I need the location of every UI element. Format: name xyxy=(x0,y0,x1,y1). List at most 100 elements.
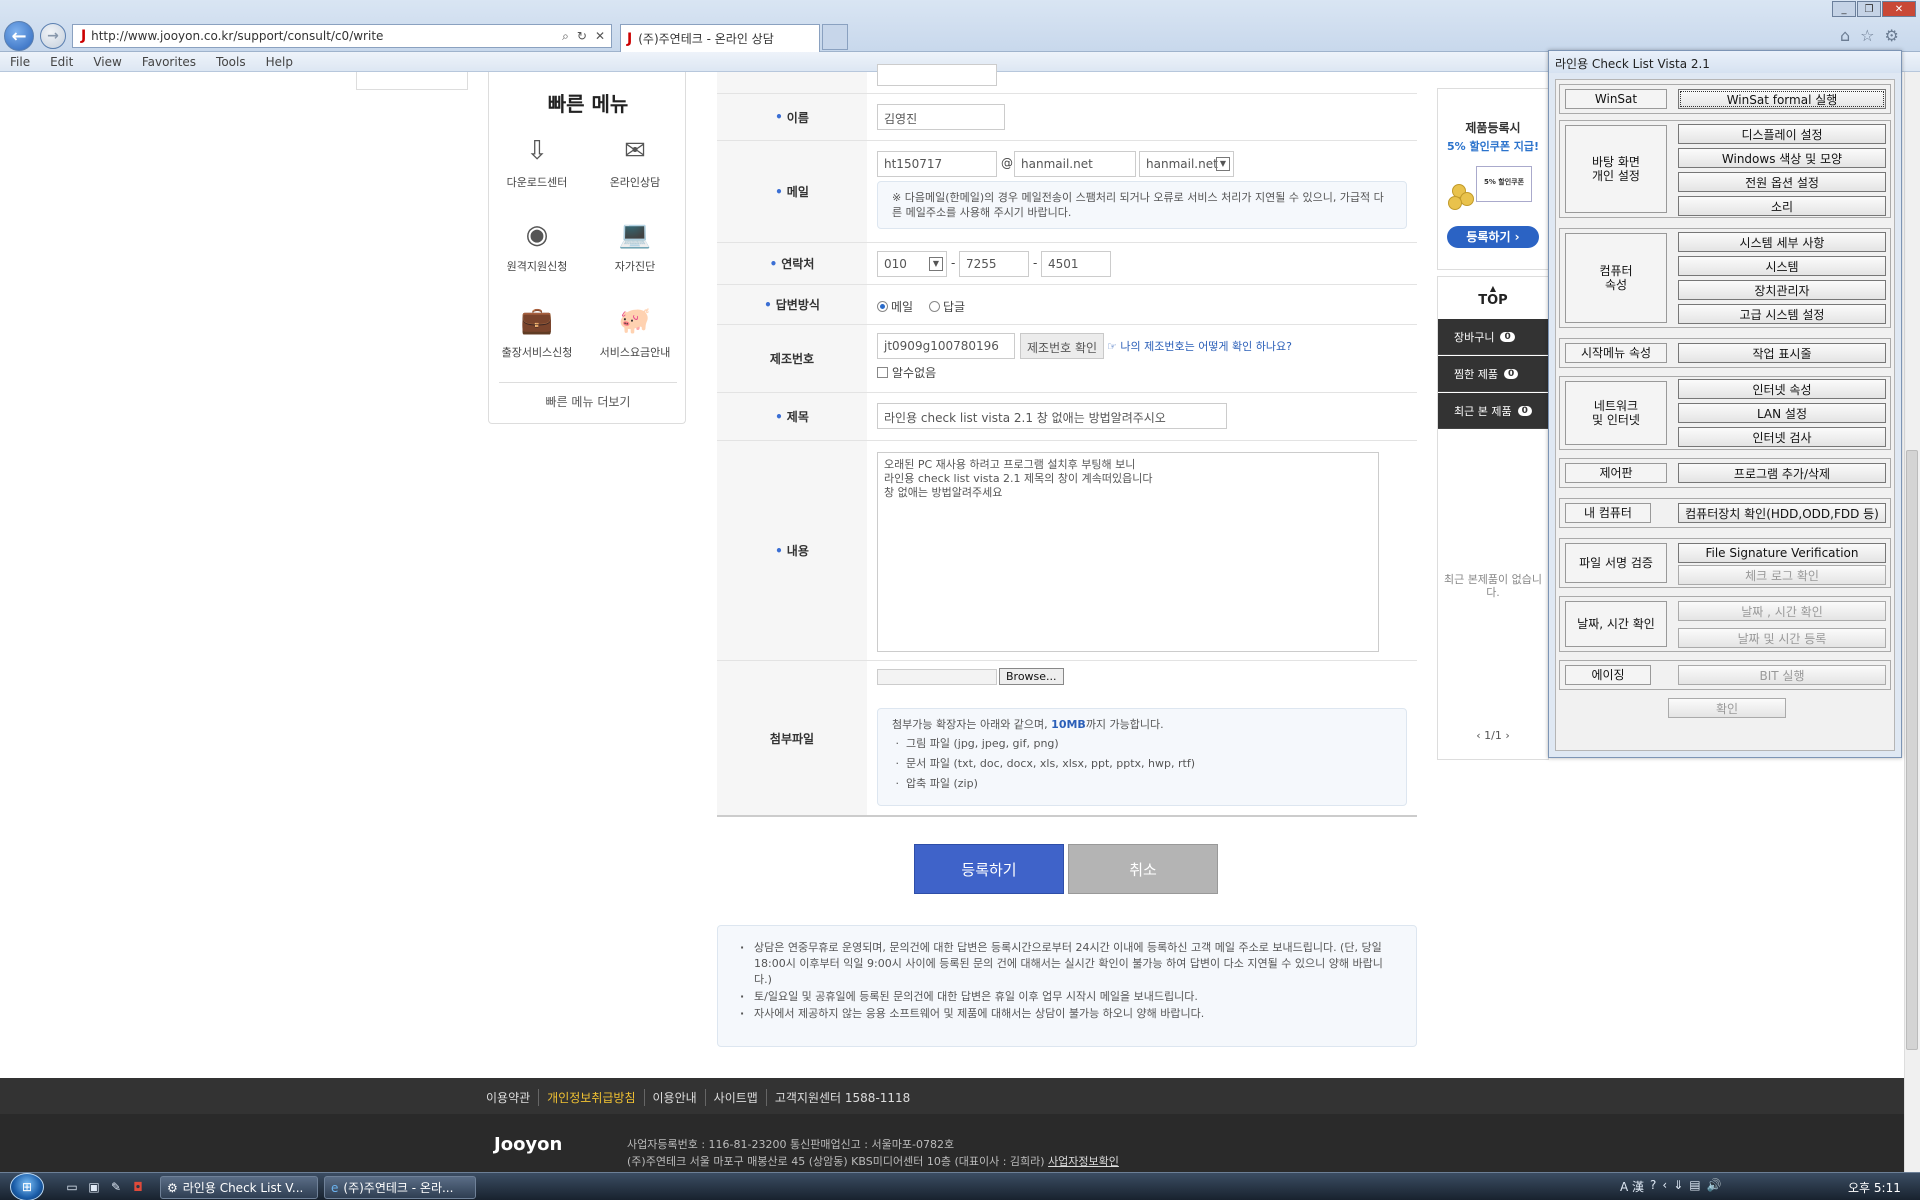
scroll-top-link[interactable]: ▲ TOP xyxy=(1438,285,1548,309)
prev-page-icon[interactable]: ‹ xyxy=(1476,729,1480,742)
taskbar-button[interactable]: 작업 표시줄 xyxy=(1678,343,1886,363)
app-shortcut-icon[interactable]: ◘ xyxy=(130,1179,146,1195)
reply-comment-radio[interactable]: 답글 xyxy=(929,298,965,315)
switch-windows-icon[interactable]: ▣ xyxy=(86,1179,102,1195)
footer-guide-link[interactable]: 이용안내 xyxy=(645,1089,706,1106)
serial-unknown-checkbox[interactable]: 알수없음 xyxy=(877,364,936,381)
date-time-register-button[interactable]: 날짜 및 시간 등록 xyxy=(1678,628,1886,648)
task-checklist[interactable]: ⚙ 라인용 Check List V... xyxy=(160,1176,318,1199)
cancel-button[interactable]: 취소 xyxy=(1068,844,1218,894)
product-register-promo[interactable]: 제품등록시 5% 할인쿠폰 지급! 5% 할인쿠폰 등록하기 › xyxy=(1437,88,1549,270)
network-icon[interactable]: ▤ xyxy=(1689,1178,1700,1195)
tray-arrow-icon[interactable]: ‹ xyxy=(1662,1178,1667,1195)
display-settings-button[interactable]: 디스플레이 설정 xyxy=(1678,124,1886,144)
power-options-button[interactable]: 전원 옵션 설정 xyxy=(1678,172,1886,192)
content-textarea[interactable]: 오래된 PC 재사용 하려고 프로그램 설치후 부팅해 보니 라인용 check… xyxy=(877,452,1379,652)
email-id-input[interactable]: ht150717 xyxy=(877,151,997,177)
windows-color-button[interactable]: Windows 색상 및 모양 xyxy=(1678,148,1886,168)
add-remove-programs-button[interactable]: 프로그램 추가/삭제 xyxy=(1678,463,1886,483)
group-computer-props: 컴퓨터 속성 시스템 세부 사항 시스템 장치관리자 고급 시스템 설정 xyxy=(1559,228,1891,328)
remote-signal-icon: ◉ xyxy=(525,220,549,250)
reply-mail-radio[interactable]: 메일 xyxy=(877,298,913,315)
quick-self-diagnosis[interactable]: 💻 자가진단 xyxy=(587,218,683,274)
language-bar[interactable]: A 漢 xyxy=(1620,1178,1644,1195)
file-path-input[interactable] xyxy=(877,669,997,685)
date-time-check-button[interactable]: 날짜 , 시간 확인 xyxy=(1678,601,1886,621)
menu-view[interactable]: View xyxy=(93,55,121,69)
email-domain-select[interactable]: hanmail.net ▼ xyxy=(1139,151,1234,177)
quick-menu-more-link[interactable]: 빠른 메뉴 더보기 xyxy=(499,382,677,410)
checklist-ok-button[interactable]: 확인 xyxy=(1668,698,1786,718)
new-tab-button[interactable] xyxy=(822,24,848,50)
next-page-icon[interactable]: › xyxy=(1505,729,1509,742)
advanced-system-button[interactable]: 고급 시스템 설정 xyxy=(1678,304,1886,324)
promo-register-button[interactable]: 등록하기 › xyxy=(1447,226,1539,248)
menu-file[interactable]: File xyxy=(10,55,30,69)
submit-button[interactable]: 등록하기 xyxy=(914,844,1064,894)
phone-prefix-select[interactable]: 010 ▼ xyxy=(877,251,947,277)
serial-check-button[interactable]: 제조번호 확인 xyxy=(1020,333,1105,359)
internet-check-button[interactable]: 인터넷 검사 xyxy=(1678,427,1886,447)
menu-edit[interactable]: Edit xyxy=(50,55,73,69)
side-wishlist[interactable]: 찜한 제품 0 xyxy=(1438,356,1548,392)
browser-tab-active[interactable]: J (주)주연테크 - 온라인 상담 xyxy=(620,24,820,52)
forward-arrow-icon[interactable]: → xyxy=(40,23,66,49)
winsat-formal-button[interactable]: WinSat formal 실행 xyxy=(1678,89,1886,109)
quick-download-center[interactable]: ⇩ 다운로드센터 xyxy=(489,134,585,190)
side-cart[interactable]: 장바구니 0 xyxy=(1438,319,1548,355)
taskbar-clock[interactable]: 오후 5:11 xyxy=(1848,1179,1901,1196)
browse-button[interactable]: Browse... xyxy=(999,668,1064,685)
menu-favorites[interactable]: Favorites xyxy=(142,55,196,69)
serial-input[interactable]: jt0909g100780196 xyxy=(877,333,1015,359)
favorites-star-icon[interactable]: ☆ xyxy=(1860,26,1874,45)
footer-sitemap-link[interactable]: 사이트맵 xyxy=(706,1089,767,1106)
email-domain-input[interactable]: hanmail.net xyxy=(1014,151,1136,177)
quick-service-fee[interactable]: 🐖 서비스요금안내 xyxy=(587,304,683,360)
business-info-link[interactable]: 사업자정보확인 xyxy=(1048,1155,1119,1168)
lan-settings-button[interactable]: LAN 설정 xyxy=(1678,403,1886,423)
footer-privacy-link[interactable]: 개인정보취급방침 xyxy=(539,1089,645,1106)
phone-middle-input[interactable]: 7255 xyxy=(959,251,1029,277)
internet-options-button[interactable]: 인터넷 속성 xyxy=(1678,379,1886,399)
menu-help[interactable]: Help xyxy=(266,55,293,69)
minimize-button[interactable]: _ xyxy=(1832,1,1856,17)
sound-button[interactable]: 소리 xyxy=(1678,196,1886,216)
help-icon[interactable]: ? xyxy=(1650,1178,1656,1195)
device-manager-button[interactable]: 장치관리자 xyxy=(1678,280,1886,300)
partial-select[interactable] xyxy=(877,64,997,86)
page-scrollbar-thumb[interactable] xyxy=(1906,450,1918,1050)
home-icon[interactable]: ⌂ xyxy=(1840,26,1850,45)
menu-tools[interactable]: Tools xyxy=(216,55,246,69)
search-icon[interactable]: ⌕ xyxy=(562,29,569,44)
system-details-button[interactable]: 시스템 세부 사항 xyxy=(1678,232,1886,252)
stop-icon[interactable]: ✕ xyxy=(595,29,605,44)
volume-icon[interactable]: 🔊 xyxy=(1707,1178,1722,1195)
device-check-button[interactable]: 컴퓨터장치 확인(HDD,ODD,FDD 등) xyxy=(1678,503,1886,523)
form-row-partial xyxy=(717,64,1417,94)
side-recent[interactable]: 최근 본 제품 0 xyxy=(1438,393,1548,429)
refresh-icon[interactable]: ↻ xyxy=(577,29,587,44)
serial-help-link[interactable]: ☞ 나의 제조번호는 어떻게 확인 하나요? xyxy=(1107,338,1292,354)
subject-input[interactable]: 라인용 check list vista 2.1 창 없애는 방법알려주시오 xyxy=(877,403,1227,429)
back-arrow-icon[interactable]: ← xyxy=(4,21,34,51)
close-window-button[interactable]: ✕ xyxy=(1882,1,1916,17)
task-browser[interactable]: e (주)주연테크 - 온라... xyxy=(324,1176,476,1199)
phone-last-input[interactable]: 4501 xyxy=(1041,251,1111,277)
start-button[interactable]: ⊞ xyxy=(10,1173,44,1200)
bit-run-button[interactable]: BIT 실행 xyxy=(1678,665,1886,685)
quick-remote-support[interactable]: ◉ 원격지원신청 xyxy=(489,218,585,274)
pen-tool-icon[interactable]: ✎ xyxy=(108,1179,124,1195)
show-desktop-icon[interactable]: ▭ xyxy=(64,1179,80,1195)
usb-icon[interactable]: ⇓ xyxy=(1673,1178,1683,1195)
footer-terms-link[interactable]: 이용약관 xyxy=(486,1089,540,1106)
form-row-email: • 메일 ht150717 @ hanmail.net hanmail.net ▼… xyxy=(717,141,1417,243)
restore-button[interactable]: ❐ xyxy=(1857,1,1881,17)
address-bar[interactable]: J http://www.jooyon.co.kr/support/consul… xyxy=(72,24,612,48)
quick-onsite-service[interactable]: 💼 출장서비스신청 xyxy=(489,304,585,360)
settings-gear-icon[interactable]: ⚙ xyxy=(1885,26,1899,45)
name-input[interactable]: 김영진 xyxy=(877,104,1005,130)
quick-online-consult[interactable]: ✉ 온라인상담 xyxy=(587,134,683,190)
system-button[interactable]: 시스템 xyxy=(1678,256,1886,276)
check-log-button[interactable]: 체크 로그 확인 xyxy=(1678,565,1886,585)
file-signature-button[interactable]: File Signature Verification xyxy=(1678,543,1886,563)
